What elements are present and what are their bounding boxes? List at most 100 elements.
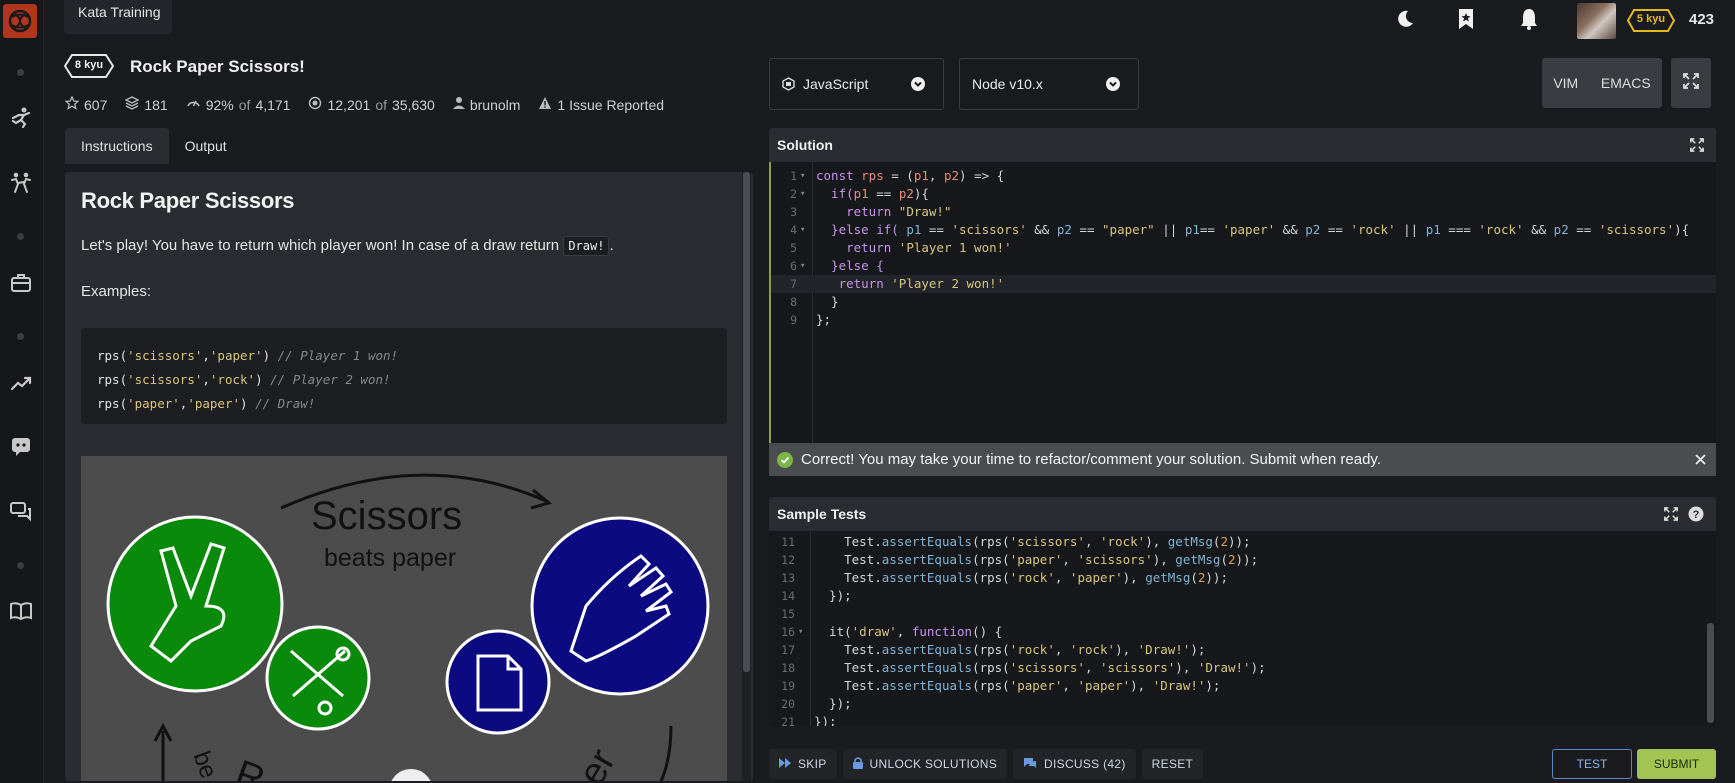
image-scissors-subtitle: beats paper: [324, 544, 457, 572]
collections-count: 181: [144, 96, 168, 113]
code-line[interactable]: 12 Test.assertEquals(rps('paper', 'sciss…: [769, 551, 1716, 569]
book-icon[interactable]: [8, 598, 34, 624]
issues-label[interactable]: 1 Issue Reported: [557, 97, 664, 113]
moon-icon[interactable]: [1392, 6, 1418, 32]
skip-label: SKIP: [798, 757, 827, 771]
layers-icon: [124, 96, 140, 113]
code-line[interactable]: 15: [769, 605, 1716, 623]
close-icon[interactable]: [1695, 452, 1706, 469]
code-line[interactable]: 19 Test.assertEquals(rps('paper', 'paper…: [769, 677, 1716, 695]
code-line[interactable]: 20 });: [769, 695, 1716, 713]
test-button[interactable]: TEST: [1552, 749, 1632, 779]
code-line[interactable]: 2 ▾ if(p1 == p2){: [771, 185, 1716, 203]
submit-button[interactable]: SUBMIT: [1637, 749, 1716, 779]
satisfaction-stat: 92% of 4,171: [186, 96, 291, 113]
briefcase-icon[interactable]: [8, 270, 34, 296]
discuss-button[interactable]: DISCUSS (42): [1013, 749, 1136, 779]
trending-icon[interactable]: [8, 370, 34, 396]
success-banner: Correct! You may take your time to refac…: [769, 443, 1716, 476]
bookmark-icon[interactable]: [1453, 6, 1479, 32]
code-line[interactable]: 4 ▾ }else if( p1 == 'scissors' && p2 == "…: [771, 221, 1716, 239]
fullscreen-button[interactable]: [1671, 58, 1711, 108]
tab-output[interactable]: Output: [169, 128, 243, 164]
code-line[interactable]: 17 Test.assertEquals(rps('rock', 'rock')…: [769, 641, 1716, 659]
author-stat[interactable]: brunolm: [452, 96, 521, 113]
instructions-panel: Rock Paper Scissors Let's play! You have…: [65, 172, 753, 781]
code-line[interactable]: 6 ▾ }else {: [771, 257, 1716, 275]
editor-mode-toggle: VIM EMACS: [1542, 58, 1662, 108]
gauge-icon: [186, 96, 201, 113]
code-line[interactable]: 18 Test.assertEquals(rps('scissors', 'sc…: [769, 659, 1716, 677]
attempts-count: 35,630: [392, 96, 435, 113]
discord-icon[interactable]: [8, 433, 34, 459]
solution-editor[interactable]: 1 ▾ const rps = (p1, p2) => { 2 ▾ if(p1 == …: [769, 162, 1716, 443]
instructions-scroll-thumb[interactable]: [743, 172, 750, 672]
code-line[interactable]: 21});: [769, 713, 1716, 726]
sample-tests-editor[interactable]: 11 Test.assertEquals(rps('scissors', 'ro…: [769, 531, 1716, 726]
comments-icon: [1023, 757, 1037, 772]
code-line[interactable]: 11 Test.assertEquals(rps('scissors', 'ro…: [769, 533, 1716, 551]
target-icon: [308, 96, 322, 113]
bell-icon[interactable]: [1516, 6, 1542, 32]
image-scissors-title: Scissors: [311, 494, 463, 538]
skip-button[interactable]: SKIP: [769, 749, 837, 779]
of-label: of: [238, 96, 251, 113]
discuss-label: DISCUSS (42): [1044, 757, 1126, 771]
language-select[interactable]: JavaScript: [769, 58, 944, 110]
kata-training-tab[interactable]: Kata Training: [64, 0, 172, 34]
code-line[interactable]: 3 return "Draw!": [771, 203, 1716, 221]
instruction-tabs: Instructions Output: [65, 128, 243, 164]
training-icon[interactable]: [8, 105, 34, 131]
expand-icon: [1683, 72, 1699, 94]
rock-paper-scissors-image: Scissors beats paper R be er: [81, 456, 727, 781]
collections-stat[interactable]: 181: [124, 96, 168, 113]
rail-separator-dot: [17, 333, 24, 340]
code-line[interactable]: 13 Test.assertEquals(rps('rock', 'paper'…: [769, 569, 1716, 587]
runtime-version-select[interactable]: Node v10.x: [959, 58, 1139, 110]
examples-code-block: rps('scissors','paper') // Player 1 won!…: [81, 328, 727, 424]
issues-stat[interactable]: 1 Issue Reported: [538, 96, 664, 113]
tests-scrollbar[interactable]: [1707, 623, 1714, 723]
example-line: rps('paper','paper') // Draw!: [97, 396, 316, 411]
emacs-mode-button[interactable]: EMACS: [1601, 75, 1651, 91]
expand-icon[interactable]: [1690, 138, 1704, 155]
satisfaction-percent: 92%: [205, 96, 234, 113]
stars-count: 607: [84, 96, 108, 113]
chat-icon[interactable]: [8, 498, 34, 524]
help-icon[interactable]: ?: [1688, 506, 1704, 525]
code-line[interactable]: 8 }: [771, 293, 1716, 311]
code-line[interactable]: 1 ▾ const rps = (p1, p2) => {: [771, 167, 1716, 185]
expand-icon[interactable]: [1664, 507, 1678, 524]
instructions-intro: Let's play! You have to return which pla…: [81, 236, 614, 256]
example-line: rps('scissors','paper') // Player 1 won!: [97, 348, 399, 363]
completions-stat: 12,201 of 35,630: [308, 96, 435, 113]
example-line: rps('scissors','rock') // Player 2 won!: [97, 372, 391, 387]
instructions-heading: Rock Paper Scissors: [81, 188, 295, 213]
votes-count: 4,171: [255, 96, 291, 113]
tab-instructions[interactable]: Instructions: [65, 128, 169, 164]
stars-stat[interactable]: 607: [64, 95, 108, 113]
reset-button[interactable]: RESET: [1141, 749, 1204, 779]
kata-rank-label: 8 kyu: [74, 59, 104, 71]
intro-text: Let's play! You have to return which pla…: [81, 237, 564, 254]
practice-icon[interactable]: [8, 170, 34, 196]
author-name[interactable]: brunolm: [470, 97, 521, 113]
unlock-solutions-label: UNLOCK SOLUTIONS: [869, 757, 998, 771]
avatar[interactable]: [1577, 3, 1616, 39]
code-line[interactable]: 9};: [771, 311, 1716, 329]
rail-separator-dot: [17, 233, 24, 240]
left-nav-rail: [0, 0, 44, 783]
user-rank-label: 5 kyu: [1636, 13, 1666, 25]
codewars-logo-icon[interactable]: [3, 4, 37, 38]
lock-icon: [852, 756, 863, 772]
user-rank-badge: 5 kyu: [1627, 9, 1675, 32]
fast-forward-icon: [779, 757, 791, 771]
rail-separator-dot: [17, 562, 24, 569]
code-line-current[interactable]: 7 return 'Player 2 won!': [771, 275, 1716, 293]
code-line[interactable]: 16 ▾ it('draw', function() {: [769, 623, 1716, 641]
unlock-solutions-button[interactable]: UNLOCK SOLUTIONS: [842, 749, 1008, 779]
code-line[interactable]: 5 return 'Player 1 won!': [771, 239, 1716, 257]
kata-rank-badge: 8 kyu: [64, 54, 114, 78]
vim-mode-button[interactable]: VIM: [1553, 75, 1578, 91]
code-line[interactable]: 14 });: [769, 587, 1716, 605]
